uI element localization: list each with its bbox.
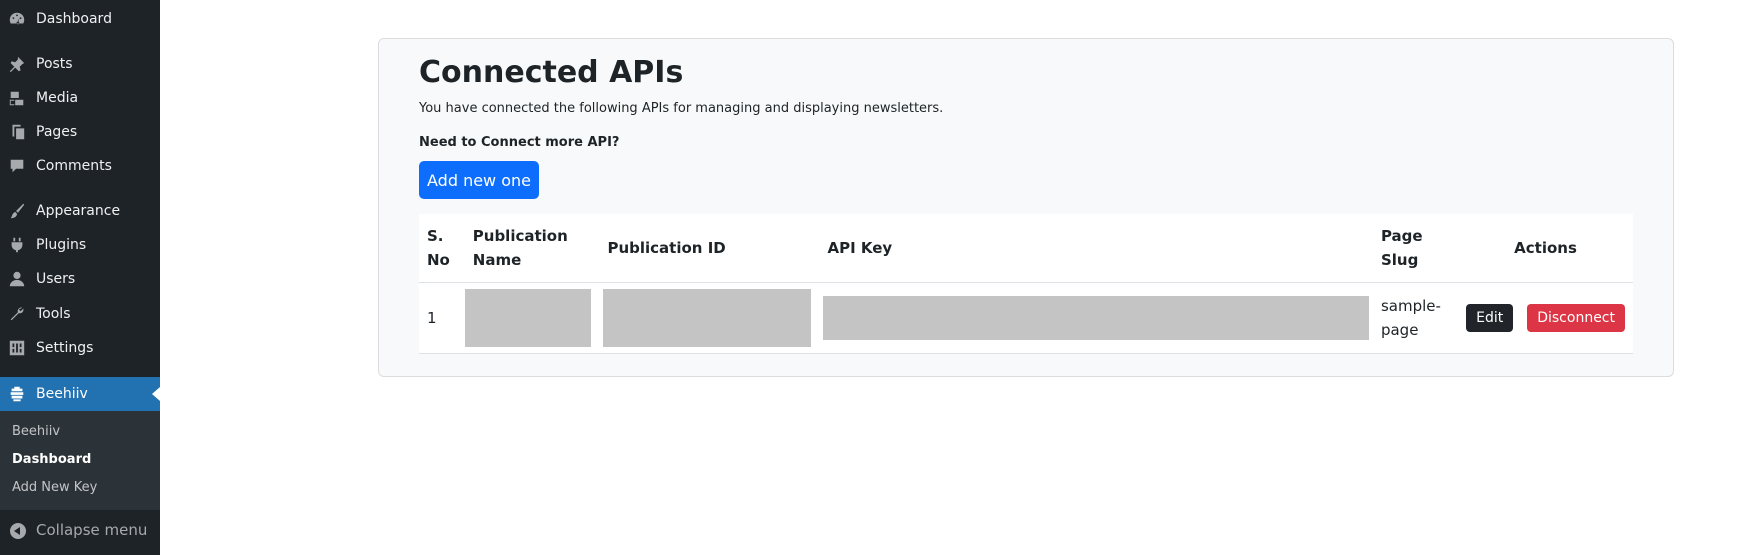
sidebar-item-dashboard[interactable]: Dashboard — [0, 2, 160, 36]
sidebar-item-beehiiv[interactable]: Beehiiv — [0, 377, 160, 411]
column-header-api-key: API Key — [819, 214, 1373, 283]
sidebar-item-appearance[interactable]: Appearance — [0, 194, 160, 228]
submenu-item-beehiiv[interactable]: Beehiiv — [12, 424, 60, 439]
cell-sno: 1 — [419, 282, 465, 354]
pages-icon — [8, 123, 26, 141]
api-table: S. No Publication Name Publication ID AP… — [419, 214, 1633, 354]
beehiiv-submenu: Beehiiv Dashboard Add New Key — [0, 411, 160, 510]
sidebar-item-label: Plugins — [36, 237, 87, 253]
sidebar-item-media[interactable]: Media — [0, 81, 160, 115]
collapse-menu-label: Collapse menu — [36, 521, 148, 539]
cell-page-slug: sample-page — [1372, 282, 1459, 354]
submenu-item-dashboard[interactable]: Dashboard — [12, 452, 91, 467]
brush-icon — [8, 202, 26, 220]
collapse-menu-button[interactable]: Collapse menu — [0, 515, 160, 549]
connect-more-heading: Need to Connect more API? — [419, 135, 620, 150]
sidebar-item-pages[interactable]: Pages — [0, 115, 160, 149]
page-subtitle: You have connected the following APIs fo… — [419, 101, 944, 116]
sidebar-item-label: Media — [36, 90, 79, 106]
table-row: 1 sample-page Edit Disconnect — [419, 282, 1633, 354]
pin-icon — [8, 55, 26, 73]
sidebar-item-label: Beehiiv — [36, 386, 88, 402]
sidebar-item-users[interactable]: Users — [0, 262, 160, 296]
sidebar-item-label: Tools — [36, 306, 71, 322]
cell-api-key — [819, 282, 1373, 354]
sidebar-item-label: Dashboard — [36, 11, 112, 27]
sidebar-item-label: Settings — [36, 340, 94, 356]
sidebar-item-settings[interactable]: Settings — [0, 331, 160, 365]
column-header-actions: Actions — [1458, 214, 1633, 283]
cell-publication-id — [599, 282, 820, 354]
cell-actions: Edit Disconnect — [1458, 282, 1633, 354]
user-icon — [8, 270, 26, 288]
submenu-item-add-new-key[interactable]: Add New Key — [12, 480, 97, 495]
redacted-block — [603, 289, 812, 347]
edit-button[interactable]: Edit — [1466, 304, 1514, 332]
cell-publication-name — [464, 282, 600, 354]
sidebar-item-plugins[interactable]: Plugins — [0, 228, 160, 262]
media-icon — [8, 89, 26, 107]
settings-icon — [8, 339, 26, 357]
column-header-publication-id: Publication ID — [599, 214, 820, 283]
redacted-block — [464, 289, 591, 347]
table-header-row: S. No Publication Name Publication ID AP… — [419, 214, 1633, 283]
sidebar-item-comments[interactable]: Comments — [0, 149, 160, 183]
sidebar-item-label: Comments — [36, 158, 112, 174]
page-title: Connected APIs — [419, 55, 684, 90]
dashboard-icon — [8, 10, 26, 28]
sidebar-item-label: Users — [36, 271, 76, 287]
admin-sidebar: Dashboard Posts Media Pages Comments App… — [0, 0, 160, 555]
sidebar-item-tools[interactable]: Tools — [0, 297, 160, 331]
redacted-block — [823, 296, 1369, 340]
sidebar-item-posts[interactable]: Posts — [0, 47, 160, 81]
sidebar-item-label: Appearance — [36, 203, 121, 219]
plugin-icon — [8, 236, 26, 254]
comment-icon — [8, 157, 26, 175]
disconnect-button[interactable]: Disconnect — [1527, 304, 1625, 332]
beehive-icon — [8, 385, 26, 403]
sidebar-item-label: Posts — [36, 56, 73, 72]
add-new-api-button[interactable]: Add new one — [419, 161, 539, 199]
column-header-sno: S. No — [419, 214, 465, 283]
wrench-icon — [8, 305, 26, 323]
column-header-page-slug: Page Slug — [1372, 214, 1459, 283]
collapse-arrow-icon — [10, 523, 26, 539]
column-header-publication-name: Publication Name — [464, 214, 600, 283]
sidebar-item-label: Pages — [36, 124, 78, 140]
connected-apis-card: Connected APIs You have connected the fo… — [378, 38, 1674, 377]
